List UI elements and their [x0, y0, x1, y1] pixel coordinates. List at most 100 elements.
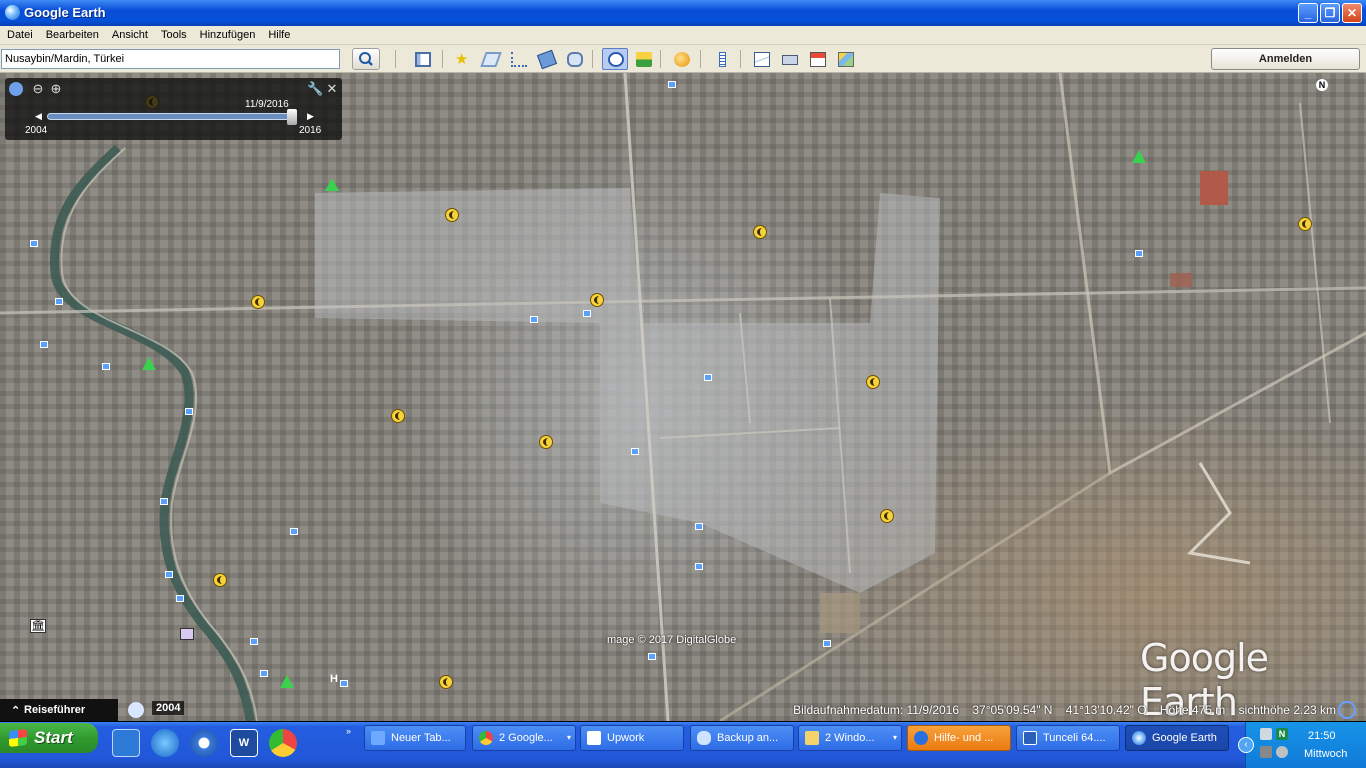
mosque-poi[interactable]: [445, 208, 459, 222]
search-input[interactable]: [1, 49, 340, 69]
menu-add[interactable]: Hinzufügen: [193, 26, 262, 41]
map-view[interactable]: 🏛 H: [0, 73, 1366, 721]
mosque-poi[interactable]: [880, 509, 894, 523]
sidebar-toggle-button[interactable]: [409, 48, 435, 70]
email-button[interactable]: [748, 48, 774, 70]
photo-marker[interactable]: [260, 670, 268, 677]
photo-marker[interactable]: [668, 81, 676, 88]
photo-marker[interactable]: [583, 310, 591, 317]
task-button-backup[interactable]: Backup an...: [690, 725, 794, 751]
time-slider-track[interactable]: [47, 113, 297, 120]
photo-marker[interactable]: [530, 316, 538, 323]
record-tour-button[interactable]: [561, 48, 587, 70]
mosque-poi[interactable]: [251, 295, 265, 309]
quicklaunch-mediaplayer-icon[interactable]: [190, 729, 218, 757]
photo-marker[interactable]: [55, 298, 63, 305]
photo-marker[interactable]: [165, 571, 173, 578]
park-icon[interactable]: [280, 675, 294, 688]
start-button[interactable]: Start: [0, 723, 98, 753]
photo-marker[interactable]: [1135, 250, 1143, 257]
minimize-button[interactable]: _: [1298, 3, 1318, 23]
task-button-windows[interactable]: 2 Windo... ▾: [798, 725, 902, 751]
park-icon[interactable]: [1132, 150, 1146, 163]
photo-marker[interactable]: [823, 640, 831, 647]
photo-marker[interactable]: [160, 498, 168, 505]
print-button[interactable]: [776, 48, 802, 70]
add-image-overlay-button[interactable]: [533, 48, 559, 70]
tour-guide-button[interactable]: Reiseführer: [0, 699, 118, 722]
quicklaunch-expand-icon[interactable]: »: [346, 726, 351, 736]
task-button-help[interactable]: Hilfe- und ...: [907, 725, 1011, 751]
photo-marker[interactable]: [250, 638, 258, 645]
photo-marker[interactable]: [704, 374, 712, 381]
menu-edit[interactable]: Bearbeiten: [39, 26, 105, 41]
historical-imagery-button[interactable]: [602, 48, 628, 70]
maximize-button[interactable]: ❐: [1320, 3, 1340, 23]
menu-help[interactable]: Hilfe: [261, 26, 296, 41]
history-clock-icon[interactable]: [128, 702, 144, 718]
photo-marker[interactable]: [102, 363, 110, 370]
photo-marker[interactable]: [30, 240, 38, 247]
photo-marker[interactable]: [290, 528, 298, 535]
menu-view[interactable]: Ansicht: [105, 26, 154, 41]
mosque-poi[interactable]: [753, 225, 767, 239]
task-button-new-tab[interactable]: Neuer Tab...: [364, 725, 466, 751]
close-icon[interactable]: ✕: [325, 82, 339, 96]
switch-planet-button[interactable]: [668, 48, 694, 70]
north-compass[interactable]: N: [1316, 79, 1328, 91]
task-button-upwork[interactable]: Upwork: [580, 725, 684, 751]
photo-marker[interactable]: [176, 595, 184, 602]
show-hidden-icons-icon[interactable]: ‹: [1238, 737, 1254, 753]
photo-marker[interactable]: [185, 408, 193, 415]
network-icon[interactable]: [1260, 728, 1272, 740]
task-button-google[interactable]: 2 Google... ▾: [472, 725, 576, 751]
settings-wrench-icon[interactable]: 🔧: [307, 82, 323, 96]
park-icon[interactable]: [142, 357, 156, 370]
shopping-icon[interactable]: [180, 628, 194, 640]
view-in-maps-button[interactable]: [832, 48, 858, 70]
mosque-poi[interactable]: [539, 435, 553, 449]
task-button-tunceli[interactable]: Tunceli 64....: [1016, 725, 1120, 751]
museum-icon[interactable]: 🏛: [30, 619, 46, 633]
mosque-poi[interactable]: [439, 675, 453, 689]
quicklaunch-ie-icon[interactable]: [151, 729, 179, 757]
mosque-poi[interactable]: [391, 409, 405, 423]
add-path-button[interactable]: [505, 48, 531, 70]
norton-icon[interactable]: N: [1276, 728, 1288, 740]
clock-time[interactable]: 21:50: [1308, 730, 1336, 742]
hospital-icon[interactable]: H: [330, 673, 338, 685]
menu-tools[interactable]: Tools: [154, 26, 193, 41]
photo-marker[interactable]: [695, 523, 703, 530]
sunlight-button[interactable]: [630, 48, 656, 70]
quicklaunch-chrome-icon[interactable]: [269, 729, 297, 757]
time-slider-handle[interactable]: [287, 109, 297, 125]
save-image-button[interactable]: [804, 48, 830, 70]
photo-marker[interactable]: [631, 448, 639, 455]
mosque-poi[interactable]: [590, 293, 604, 307]
step-forward-icon[interactable]: ▶: [307, 111, 314, 122]
task-button-google-earth[interactable]: Google Earth: [1125, 725, 1229, 751]
mosque-poi[interactable]: [866, 375, 880, 389]
photo-marker[interactable]: [40, 341, 48, 348]
step-back-icon[interactable]: ◀: [35, 111, 42, 122]
security-icon[interactable]: [1260, 746, 1272, 758]
photo-marker[interactable]: [648, 653, 656, 660]
ruler-button[interactable]: [709, 48, 735, 70]
add-placemark-button[interactable]: ★: [449, 48, 475, 70]
photo-marker[interactable]: [340, 680, 348, 687]
park-icon[interactable]: [325, 178, 339, 191]
mosque-poi[interactable]: [1298, 217, 1312, 231]
login-button[interactable]: Anmelden: [1211, 48, 1360, 70]
clock-icon[interactable]: [9, 82, 23, 96]
quicklaunch-word-icon[interactable]: W: [230, 729, 258, 757]
photo-marker[interactable]: [695, 563, 703, 570]
close-button[interactable]: ✕: [1342, 3, 1362, 23]
volume-icon[interactable]: [1276, 746, 1288, 758]
search-button[interactable]: [352, 48, 380, 70]
zoom-in-icon[interactable]: ⊕: [49, 82, 63, 96]
menu-file[interactable]: Datei: [0, 26, 39, 41]
add-polygon-button[interactable]: [477, 48, 503, 70]
mosque-poi[interactable]: [213, 573, 227, 587]
zoom-out-icon[interactable]: ⊖: [31, 82, 45, 96]
quicklaunch-desktop-icon[interactable]: [112, 729, 140, 757]
